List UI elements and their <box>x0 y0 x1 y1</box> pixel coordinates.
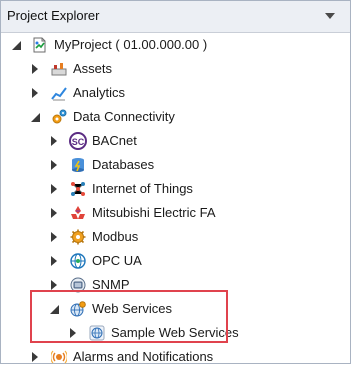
tree-item-analytics[interactable]: Analytics <box>28 81 125 105</box>
tree-item-sample-web-services[interactable]: Sample Web Services <box>66 321 239 345</box>
tree-item-myproject[interactable]: MyProject ( 01.00.000.00 ) <box>9 33 207 57</box>
collapsed-arrow-icon[interactable] <box>28 350 42 364</box>
tree-item-label: BACnet <box>92 133 137 148</box>
tree-item-label: Modbus <box>92 229 139 244</box>
tree-item-databases[interactable]: Databases <box>47 153 154 177</box>
collapsed-arrow-icon[interactable] <box>47 230 61 244</box>
collapsed-arrow-icon[interactable] <box>47 182 61 196</box>
collapsed-arrow-icon[interactable] <box>47 134 61 148</box>
svg-text:SC: SC <box>72 137 85 147</box>
tree-item-label: Sample Web Services <box>111 325 239 340</box>
project-explorer-panel: Project Explorer MyProject ( 01.00.000.0… <box>0 0 351 364</box>
modbus-icon <box>69 228 87 246</box>
expanded-arrow-icon[interactable] <box>28 110 42 124</box>
tree-item-modbus[interactable]: Modbus <box>47 225 138 249</box>
tree-item-mitsubishi[interactable]: Mitsubishi Electric FA <box>47 201 216 225</box>
iot-icon <box>69 180 87 198</box>
chevron-down-icon <box>325 13 335 19</box>
collapsed-arrow-icon[interactable] <box>47 278 61 292</box>
collapsed-arrow-icon[interactable] <box>47 158 61 172</box>
analytics-icon <box>50 84 68 102</box>
tree-item-label: Internet of Things <box>92 181 193 196</box>
panel-menu-button[interactable] <box>323 9 337 23</box>
tree-item-label: Assets <box>73 61 113 76</box>
tree-item-internet-of-things[interactable]: Internet of Things <box>47 177 193 201</box>
tree-item-alarms[interactable]: Alarms and Notifications <box>28 345 213 369</box>
tree-item-opc-ua[interactable]: OPC UA <box>47 249 142 273</box>
collapsed-arrow-icon[interactable] <box>47 254 61 268</box>
panel-titlebar: Project Explorer <box>1 1 350 33</box>
web-services-icon <box>69 300 87 318</box>
expanded-arrow-icon[interactable] <box>47 302 61 316</box>
tree-item-label: Data Connectivity <box>73 109 175 124</box>
tree-item-web-services[interactable]: Web Services <box>47 297 172 321</box>
tree-item-data-connectivity[interactable]: Data Connectivity <box>28 105 175 129</box>
assets-icon <box>50 60 68 78</box>
tree-item-label: Web Services <box>92 301 172 316</box>
collapsed-arrow-icon[interactable] <box>47 206 61 220</box>
tree-item-label: Analytics <box>73 85 126 100</box>
databases-icon <box>69 156 87 174</box>
tree-item-label: Alarms and Notifications <box>73 349 214 364</box>
tree-item-label: OPC UA <box>92 253 142 268</box>
tree-item-label: MyProject ( 01.00.000.00 ) <box>54 37 208 52</box>
collapsed-arrow-icon[interactable] <box>66 326 80 340</box>
tree-item-assets[interactable]: Assets <box>28 57 112 81</box>
panel-title: Project Explorer <box>7 8 100 23</box>
collapsed-arrow-icon[interactable] <box>28 62 42 76</box>
mitsubishi-icon <box>69 204 87 222</box>
project-tree: MyProject ( 01.00.000.00 ) Assets Analyt… <box>1 33 350 364</box>
project-icon <box>31 36 49 54</box>
gears-icon <box>50 108 68 126</box>
expanded-arrow-icon[interactable] <box>9 38 23 52</box>
snmp-icon <box>69 276 87 294</box>
tree-item-snmp[interactable]: SNMP <box>47 273 130 297</box>
web-service-item-icon <box>88 324 106 342</box>
tree-item-label: Mitsubishi Electric FA <box>92 205 216 220</box>
collapsed-arrow-icon[interactable] <box>28 86 42 100</box>
tree-item-bacnet[interactable]: SC BACnet <box>47 129 137 153</box>
tree-item-label: Databases <box>92 157 155 172</box>
opcua-icon <box>69 252 87 270</box>
bacnet-icon: SC <box>69 132 87 150</box>
alarm-icon <box>50 348 68 366</box>
tree-item-label: SNMP <box>92 277 130 292</box>
